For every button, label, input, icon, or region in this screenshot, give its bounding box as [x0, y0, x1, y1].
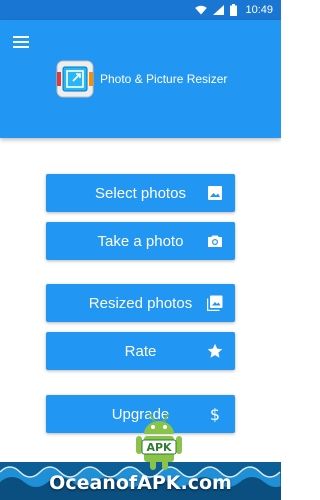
status-bar: 10:49 [0, 0, 281, 20]
battery-icon [230, 4, 238, 16]
image-icon [208, 186, 222, 200]
photo-library-icon [207, 295, 223, 311]
wifi-icon [195, 5, 208, 15]
signal-icon [213, 5, 225, 15]
app-logo-icon [56, 60, 94, 98]
rate-label: Rate [124, 342, 157, 360]
app-title: Photo & Picture Resizer [100, 72, 228, 86]
rate-button[interactable]: Rate [46, 332, 235, 370]
apk-badge-text: APK [146, 441, 172, 454]
resized-photos-label: Resized photos [88, 294, 193, 312]
take-photo-label: Take a photo [97, 232, 184, 250]
android-robot-icon: APK [136, 413, 182, 470]
camera-icon [208, 235, 222, 247]
take-photo-button[interactable]: Take a photo [46, 222, 235, 260]
hamburger-menu-icon[interactable] [10, 32, 32, 52]
app-screen: 10:49 Photo & Picture Resizer Select pho… [0, 0, 281, 500]
dollar-icon: $ [210, 406, 220, 422]
star-icon [207, 343, 223, 358]
select-photos-label: Select photos [95, 184, 186, 202]
svg-text:$: $ [210, 406, 220, 422]
watermark-text: OceanofAPK.com [49, 472, 232, 494]
app-bar: Photo & Picture Resizer [0, 20, 281, 138]
status-time: 10:49 [245, 4, 273, 16]
resized-photos-button[interactable]: Resized photos [46, 284, 235, 322]
select-photos-button[interactable]: Select photos [46, 174, 235, 212]
